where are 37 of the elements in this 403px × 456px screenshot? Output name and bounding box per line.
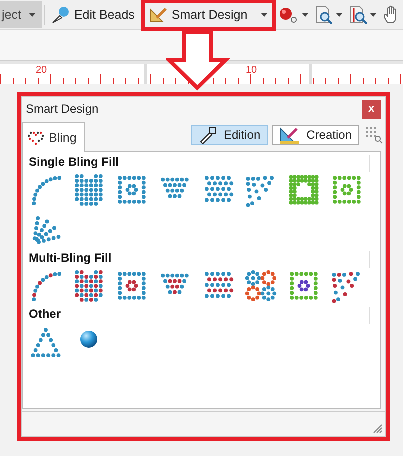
ruler-pencil-icon [148,6,169,24]
bead-pattern-icon[interactable] [115,269,149,303]
bead-pattern-icon[interactable] [29,269,63,303]
bead-pattern-icon[interactable] [72,173,106,207]
caret-icon[interactable] [370,12,377,16]
bead-pattern-icon[interactable] [72,269,106,303]
resize-grip-icon[interactable] [373,424,383,434]
mode-button[interactable]: Creation [272,125,359,145]
select-button[interactable]: ject [0,1,42,28]
zoom-page-icon[interactable] [314,4,334,24]
section-title: Other [29,307,62,321]
bead-pattern-icon[interactable] [29,325,63,359]
section-title: Single Bling Fill [29,155,119,169]
ruler-label: 20 [36,65,48,76]
pen-icon [198,126,218,144]
section-title: Multi-Bling Fill [29,251,112,265]
mode-button[interactable]: Edition [190,125,268,145]
caret-icon [260,12,268,16]
panel-title: Smart Design [26,102,99,116]
ruler-pencil-icon [278,126,301,144]
caret-icon[interactable] [336,12,343,16]
bead-zoom-icon[interactable] [278,6,300,24]
bling-tab[interactable]: Bling [22,122,85,152]
grid-search-icon[interactable] [365,126,383,144]
bead-pattern-icon[interactable] [244,269,278,303]
smart-design-button[interactable]: Smart Design [144,2,272,26]
bead-pattern-icon[interactable] [287,269,321,303]
bead-pattern-icon[interactable] [29,173,63,207]
bead-cursor-icon [51,6,72,24]
close-button[interactable]: x [362,100,381,118]
heart-icon [28,130,44,144]
caret-icon[interactable] [302,12,309,16]
caret-icon [29,12,36,16]
ruler-label: 10 [246,65,258,76]
bead-pattern-icon[interactable] [115,173,149,207]
edit-beads-button[interactable]: Edit Beads [47,2,139,26]
zoom-height-icon[interactable] [348,4,368,24]
